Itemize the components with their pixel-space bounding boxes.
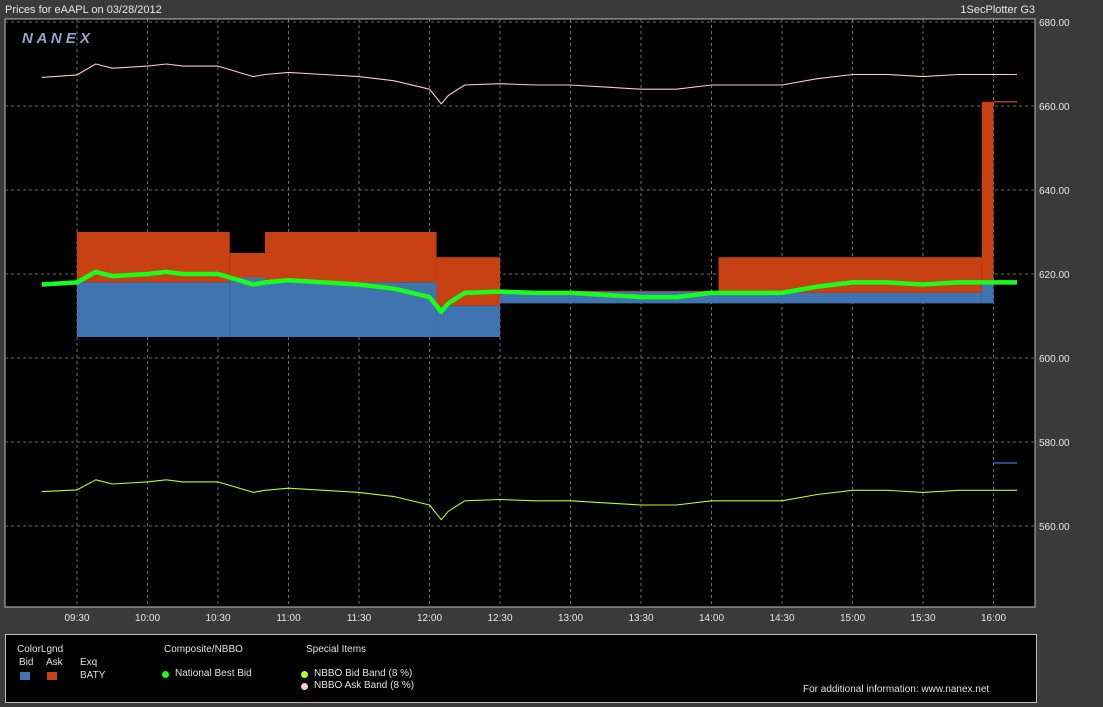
price-chart: 680.00 660.00 640.00 620.00 600.00 580.00 560.… bbox=[4, 18, 1070, 624]
ask-bar bbox=[436, 257, 500, 306]
x-tick-label: 14:00 bbox=[699, 613, 724, 624]
x-axis: 09:30 10:00 10:30 11:00 11:30 12:00 12:30 13:00… bbox=[64, 613, 1006, 624]
bid-color-swatch bbox=[20, 672, 30, 680]
x-tick-label: 10:00 bbox=[135, 613, 160, 624]
x-tick-label: 13:30 bbox=[628, 613, 653, 624]
x-tick-label: 11:00 bbox=[276, 613, 301, 624]
x-tick-label: 13:00 bbox=[558, 613, 583, 624]
bid-band-legend-dot bbox=[301, 671, 308, 678]
bid-bar bbox=[981, 282, 994, 304]
x-tick-label: 10:30 bbox=[205, 613, 230, 624]
y-tick-label: 620.00 bbox=[1039, 270, 1070, 281]
ask-bar bbox=[229, 253, 265, 278]
y-axis: 680.00 660.00 640.00 620.00 600.00 580.00 560.… bbox=[1039, 18, 1070, 533]
footer-info: For additional information: www.nanex.ne… bbox=[803, 684, 990, 695]
y-tick-label: 560.00 bbox=[1039, 522, 1070, 533]
ask-legend-label: Ask bbox=[46, 657, 63, 668]
nbb-legend-label: National Best Bid bbox=[175, 668, 252, 679]
nanex-watermark: N A N E X bbox=[22, 30, 91, 47]
ask-bar bbox=[718, 257, 982, 293]
y-tick-label: 580.00 bbox=[1039, 438, 1070, 449]
y-tick-label: 600.00 bbox=[1039, 354, 1070, 365]
ask-band-legend-label: NBBO Ask Band (8 %) bbox=[314, 680, 415, 691]
x-tick-label: 15:30 bbox=[910, 613, 935, 624]
ask-band-legend-dot bbox=[301, 683, 308, 690]
bid-bar bbox=[77, 282, 230, 337]
x-tick-label: 11:30 bbox=[347, 613, 372, 624]
bid-legend-label: Bid bbox=[19, 657, 34, 668]
x-tick-label: 16:00 bbox=[981, 613, 1006, 624]
y-tick-label: 680.00 bbox=[1039, 18, 1070, 29]
x-tick-label: 12:30 bbox=[487, 613, 512, 624]
x-tick-label: 12:00 bbox=[417, 613, 442, 624]
bid-bar bbox=[229, 277, 265, 337]
ask-color-swatch bbox=[47, 672, 57, 680]
nbb-legend-dot bbox=[162, 671, 169, 678]
ask-bar bbox=[265, 232, 437, 283]
special-items-title: Special Items bbox=[306, 644, 367, 655]
composite-title: Composite/NBBO bbox=[164, 644, 243, 655]
x-tick-label: 14:30 bbox=[769, 613, 794, 624]
x-tick-label: 09:30 bbox=[64, 613, 89, 624]
bid-band-legend-label: NBBO Bid Band (8 %) bbox=[314, 668, 413, 679]
y-tick-label: 640.00 bbox=[1039, 186, 1070, 197]
ask-bar bbox=[981, 101, 994, 283]
x-tick-label: 15:00 bbox=[840, 613, 865, 624]
color-legend-title: ColorLgnd bbox=[17, 644, 64, 655]
exchange-legend-label: Exq bbox=[80, 657, 98, 668]
legend-panel: ColorLgnd Bid Ask Exq BATY Composite/NBB… bbox=[5, 634, 1037, 703]
bid-bar bbox=[436, 305, 500, 337]
y-tick-label: 660.00 bbox=[1039, 102, 1070, 113]
exchange-legend-value: BATY bbox=[80, 670, 106, 681]
